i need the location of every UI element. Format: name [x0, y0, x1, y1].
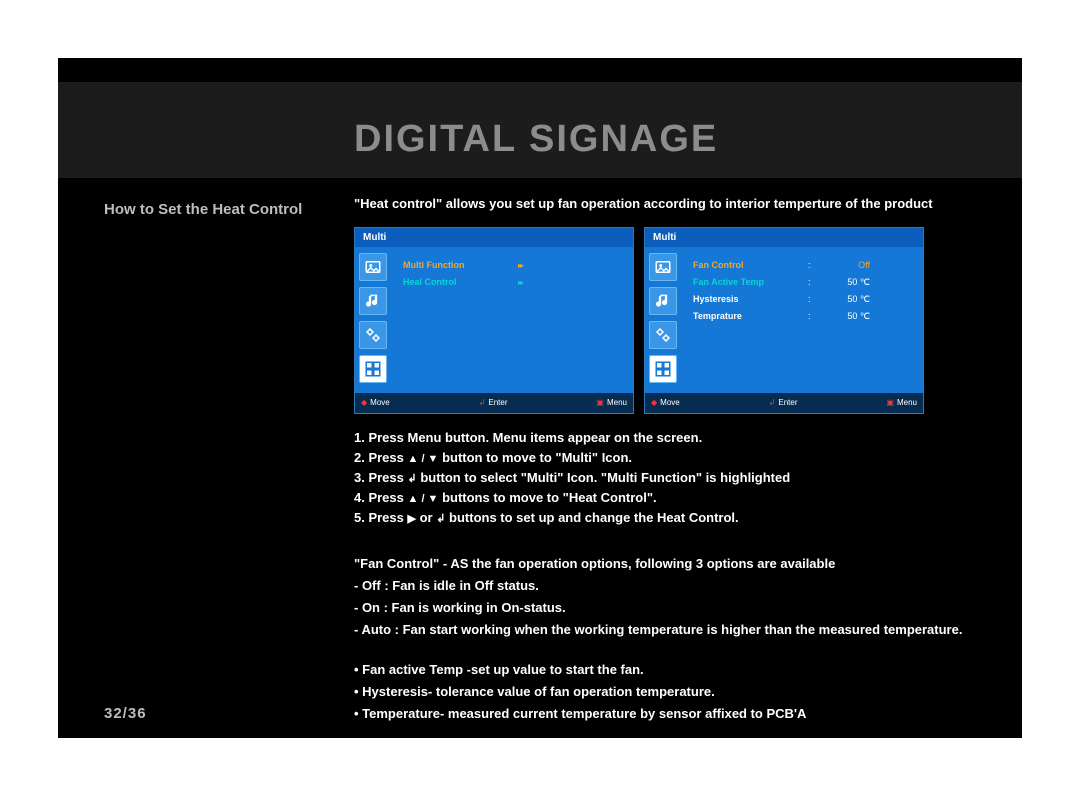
- footer-move: ◆Move: [651, 398, 680, 407]
- osd-row-value: 50 ℃: [820, 294, 870, 305]
- osd-row-value: 50 ℃: [820, 277, 870, 288]
- sound-icon: [359, 287, 387, 315]
- osd-row: Multi Function ▸▸: [403, 257, 621, 274]
- header-title: DIGITAL SIGNAGE: [354, 118, 718, 161]
- picture-icon: [649, 253, 677, 281]
- sound-icon: [649, 287, 677, 315]
- osd-title: Multi: [645, 228, 923, 247]
- osd-footer: ◆Move ↲Enter ▣Menu: [645, 393, 923, 413]
- osd-row: Fan Control : Off: [693, 257, 911, 274]
- osd-row-label: Temprature: [693, 311, 808, 321]
- fan-heading: "Fan Control" - AS the fan operation opt…: [354, 553, 994, 575]
- osd-row-label: Fan Control: [693, 260, 808, 270]
- multi-icon: [359, 355, 387, 383]
- step-5: 5. Press ▶ or ↲ buttons to set up and ch…: [354, 508, 994, 528]
- up-down-icon: ▲ / ▼: [408, 453, 439, 465]
- arrow-icon: ▸▸: [518, 278, 522, 287]
- footer-move: ◆Move: [361, 398, 390, 407]
- osd-row-label: Heal Control: [403, 277, 518, 287]
- fan-on: - On : Fan is working in On-status.: [354, 597, 994, 619]
- enter-icon: ↲: [408, 473, 417, 485]
- manual-page: DIGITAL SIGNAGE How to Set the Heat Cont…: [58, 58, 1022, 738]
- right-icon: ▶: [408, 513, 416, 525]
- enter-icon: ↲: [479, 398, 486, 407]
- osd-row: Hysteresis : 50 ℃: [693, 291, 911, 308]
- osd-row: Fan Active Temp : 50 ℃: [693, 274, 911, 291]
- menu-icon: ▣: [886, 398, 894, 407]
- step-4: 4. Press ▲ / ▼ buttons to move to "Heat …: [354, 488, 994, 508]
- osd-icon-rail: [355, 247, 391, 393]
- diamond-icon: ◆: [361, 398, 367, 407]
- osd-row-label: Multi Function: [403, 260, 518, 270]
- osd-menu: Fan Control : Off Fan Active Temp : 50 ℃…: [681, 247, 923, 393]
- intro-text: "Heat control" allows you set up fan ope…: [354, 196, 994, 213]
- picture-icon: [359, 253, 387, 281]
- osd-footer: ◆Move ↲Enter ▣Menu: [355, 393, 633, 413]
- osd-sep: :: [808, 311, 820, 321]
- step-2: 2. Press ▲ / ▼ button to move to "Multi"…: [354, 448, 994, 468]
- diamond-icon: ◆: [651, 398, 657, 407]
- page-number: 32/36: [104, 705, 147, 722]
- fan-auto: - Auto : Fan start working when the work…: [354, 619, 994, 641]
- osd-row-label: Fan Active Temp: [693, 277, 808, 287]
- osd-row-label: Hysteresis: [693, 294, 808, 304]
- osd-title: Multi: [355, 228, 633, 247]
- osd-menu: Multi Function ▸▸ Heal Control ▸▸: [391, 247, 633, 393]
- osd-row: Heal Control ▸▸: [403, 274, 621, 291]
- screenshot-row: Multi Multi Function ▸▸ H: [354, 227, 994, 414]
- osd-sep: :: [808, 294, 820, 304]
- header-band: DIGITAL SIGNAGE: [58, 82, 1022, 178]
- osd-body: Fan Control : Off Fan Active Temp : 50 ℃…: [645, 247, 923, 393]
- multi-icon: [649, 355, 677, 383]
- footer-enter: ↲Enter: [769, 398, 798, 407]
- step-3: 3. Press ↲ button to select "Multi" Icon…: [354, 468, 994, 488]
- bullet-3: • Temperature- measured current temperat…: [354, 703, 994, 725]
- osd-row-value: Off: [820, 260, 870, 270]
- content-area: "Heat control" allows you set up fan ope…: [354, 196, 994, 725]
- step-1: 1. Press Menu button. Menu items appear …: [354, 428, 994, 448]
- fan-control-section: "Fan Control" - AS the fan operation opt…: [354, 553, 994, 641]
- bullet-2: • Hysteresis- tolerance value of fan ope…: [354, 681, 994, 703]
- settings-icon: [359, 321, 387, 349]
- section-heading: How to Set the Heat Control: [104, 200, 314, 220]
- bullet-1: • Fan active Temp -set up value to start…: [354, 659, 994, 681]
- osd-sep: :: [808, 260, 820, 270]
- footer-enter: ↲Enter: [479, 398, 508, 407]
- settings-icon: [649, 321, 677, 349]
- instruction-steps: 1. Press Menu button. Menu items appear …: [354, 428, 994, 529]
- enter-icon: ↲: [769, 398, 776, 407]
- osd-row: Temprature : 50 ℃: [693, 308, 911, 325]
- up-down-icon: ▲ / ▼: [408, 493, 439, 505]
- menu-icon: ▣: [596, 398, 604, 407]
- osd-row-value: 50 ℃: [820, 311, 870, 322]
- osd-screenshot-fan: Multi Fan Control : Off: [644, 227, 924, 414]
- osd-icon-rail: [645, 247, 681, 393]
- fan-off: - Off : Fan is idle in Off status.: [354, 575, 994, 597]
- bullet-section: • Fan active Temp -set up value to start…: [354, 659, 994, 725]
- osd-sep: :: [808, 277, 820, 287]
- osd-body: Multi Function ▸▸ Heal Control ▸▸: [355, 247, 633, 393]
- footer-menu: ▣Menu: [886, 398, 917, 407]
- osd-screenshot-multi: Multi Multi Function ▸▸ H: [354, 227, 634, 414]
- footer-menu: ▣Menu: [596, 398, 627, 407]
- arrow-icon: ▸▸: [518, 261, 522, 270]
